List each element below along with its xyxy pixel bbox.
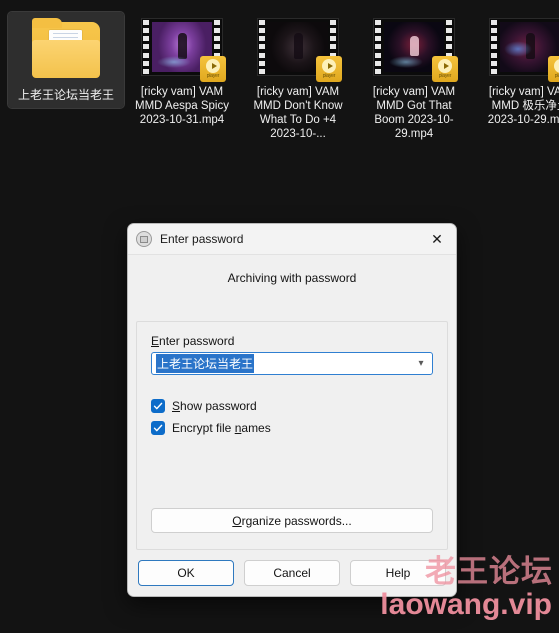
desktop-icon-video-1[interactable]: player [ricky vam] VAM MMD Aespa Spicy 2… [124,12,240,133]
organize-passwords-label: Organize passwords... [232,513,352,528]
dialog-footer: OK Cancel Help [128,550,456,596]
password-group: Enter password 上老王论坛当老王 ▾ Show password [136,321,448,550]
checkbox-label: Encrypt file names [172,421,271,435]
organize-passwords-wrap: Organize passwords... [151,508,433,535]
dialog-body: Archiving with password Enter password 上… [128,255,456,550]
ok-button[interactable]: OK [138,560,234,586]
video-file-icon: player [373,18,458,82]
video-file-icon: player [489,18,559,82]
checkbox-label: Show password [172,399,257,413]
player-badge-icon: player [316,56,342,82]
desktop-icon-label: [ricky vam] VAM MMD Don't Know What To D… [253,86,343,140]
chevron-down-icon[interactable]: ▾ [414,358,428,369]
close-icon[interactable]: ✕ [418,225,456,254]
dialog-titlebar[interactable]: Enter password ✕ [128,224,456,255]
desktop-icon-label: 上老王论坛当老王 [17,88,114,102]
ok-button-label: OK [177,566,195,580]
password-input[interactable]: 上老王论坛当老王 ▾ [151,352,433,375]
password-field-label: Enter password [151,334,235,348]
desktop-icon-video-4[interactable]: player [ricky vam] VAM MMD 极乐净土 2023-10-… [472,12,559,133]
checkbox-checked-icon [151,399,165,413]
video-file-icon: player [257,18,342,82]
password-value: 上老王论坛当老王 [156,354,255,373]
cancel-button[interactable]: Cancel [244,560,340,586]
organize-passwords-button[interactable]: Organize passwords... [151,508,433,533]
enter-password-dialog: Enter password ✕ Archiving with password… [127,223,457,597]
desktop-icon-folder[interactable]: 上老王论坛当老王 [7,11,125,109]
winrar-icon [136,231,152,247]
desktop-icon-video-3[interactable]: player [ricky vam] VAM MMD Got That Boom… [356,12,472,147]
cancel-button-label: Cancel [273,566,311,580]
desktop-icon-label: [ricky vam] VAM MMD Aespa Spicy 2023-10-… [135,86,229,126]
player-badge-icon: player [432,56,458,82]
dialog-subtitle: Archiving with password [227,271,357,285]
desktop-icon-video-2[interactable]: player [ricky vam] VAM MMD Don't Know Wh… [240,12,356,147]
checkbox-encrypt-file-names[interactable]: Encrypt file names [151,421,433,435]
help-button[interactable]: Help [350,560,446,586]
player-badge-icon: player [200,56,226,82]
player-badge-icon: player [548,56,559,82]
checkbox-checked-icon [151,421,165,435]
checkbox-show-password[interactable]: Show password [151,399,433,413]
checkbox-list: Show password Encrypt file names [151,399,433,443]
desktop-icon-grid: 上老王论坛当老王 player [ricky vam] VAM MMD Aesp… [7,11,559,147]
desktop-icon-label: [ricky vam] VAM MMD 极乐净土 2023-10-29.mp4 [487,86,559,126]
help-button-label: Help [385,566,411,580]
desktop-icon-label: [ricky vam] VAM MMD Got That Boom 2023-1… [372,86,456,140]
dialog-title: Enter password [160,232,244,246]
video-file-icon: player [141,18,226,82]
folder-icon [30,18,102,80]
